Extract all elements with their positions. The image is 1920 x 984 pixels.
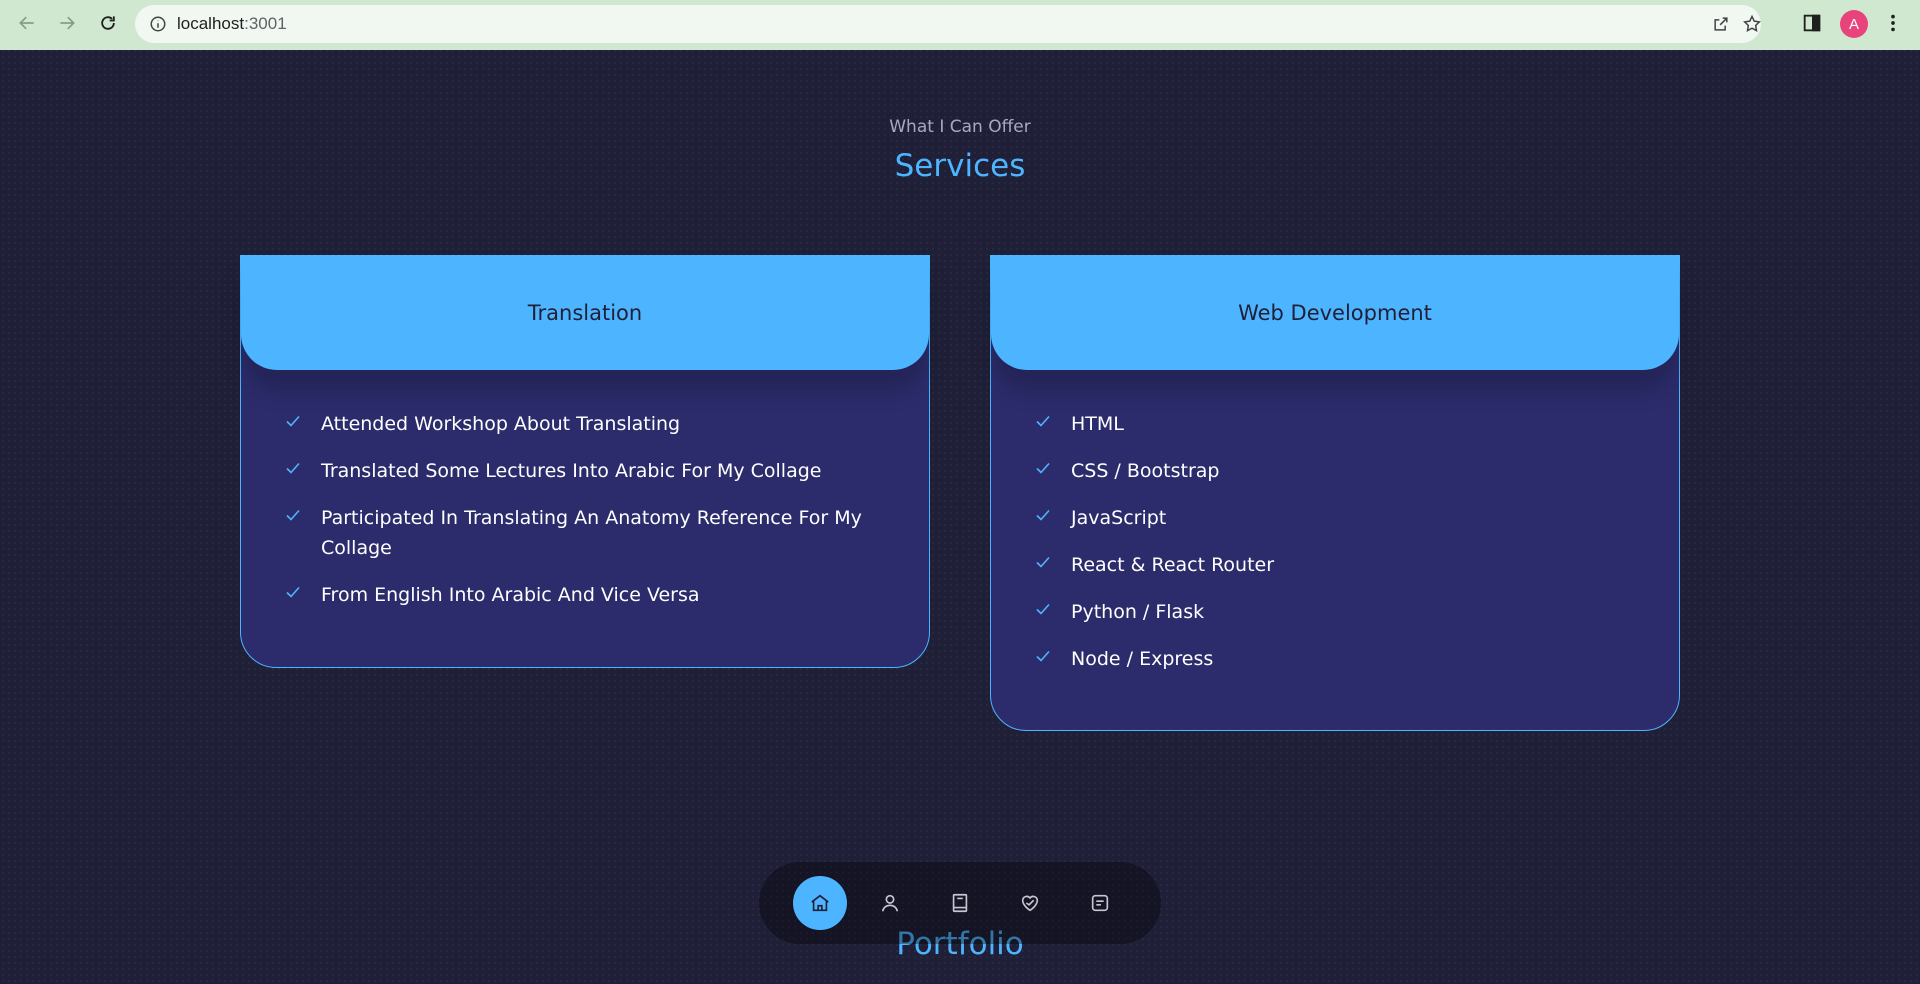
check-icon [286, 462, 300, 474]
reload-icon[interactable] [93, 8, 123, 38]
check-icon [1036, 415, 1050, 427]
check-icon [1036, 603, 1050, 615]
address-bar[interactable]: localhost:3001 [135, 5, 1761, 43]
check-icon [286, 415, 300, 427]
list-item: Participated In Translating An Anatomy R… [281, 503, 889, 563]
service-card-header: Web Development [991, 256, 1679, 370]
profile-avatar[interactable]: A [1840, 10, 1868, 38]
browser-toolbar: localhost:3001 A [0, 0, 1920, 50]
list-item: From English Into Arabic And Vice Versa [281, 580, 889, 610]
user-icon [881, 894, 899, 912]
home-icon [811, 894, 829, 912]
side-panel-icon[interactable] [1801, 12, 1823, 34]
list-item: Python / Flask [1031, 597, 1639, 627]
floating-nav [759, 862, 1161, 944]
check-icon [1036, 650, 1050, 662]
service-card-web-development: Web Development HTML CSS / Bootstrap Jav… [990, 255, 1680, 731]
service-card-title: Translation [527, 301, 643, 325]
check-icon [1036, 509, 1050, 521]
nav-about[interactable] [863, 876, 917, 930]
list-item: HTML [1031, 409, 1639, 439]
check-icon [286, 586, 300, 598]
book-icon [952, 893, 968, 913]
list-item: CSS / Bootstrap [1031, 456, 1639, 486]
service-card-header: Translation [241, 256, 929, 370]
service-card-translation: Translation Attended Workshop About Tran… [240, 255, 930, 668]
services-icon [1021, 895, 1039, 912]
nav-contact[interactable] [1073, 876, 1127, 930]
back-icon[interactable] [12, 8, 42, 38]
list-item: Attended Workshop About Translating [281, 409, 889, 439]
check-icon [286, 509, 300, 521]
nav-services[interactable] [1003, 876, 1057, 930]
nav-home[interactable] [793, 876, 847, 930]
url-text: localhost:3001 [177, 14, 287, 33]
list-item: Translated Some Lectures Into Arabic For… [281, 456, 889, 486]
share-icon[interactable] [1711, 14, 1731, 34]
info-icon[interactable] [149, 15, 167, 33]
service-list: Attended Workshop About Translating Tran… [241, 409, 929, 610]
section-subtitle: What I Can Offer [889, 117, 1031, 137]
service-card-title: Web Development [1238, 301, 1432, 325]
list-item: React & React Router [1031, 550, 1639, 580]
list-item: JavaScript [1031, 503, 1639, 533]
nav-experience[interactable] [933, 876, 987, 930]
check-icon [1036, 462, 1050, 474]
check-icon [1036, 556, 1050, 568]
message-icon [1091, 894, 1109, 912]
star-icon[interactable] [1742, 14, 1762, 34]
forward-icon[interactable] [52, 8, 82, 38]
service-list: HTML CSS / Bootstrap JavaScript React & … [991, 409, 1679, 674]
section-title: Services [894, 148, 1026, 184]
list-item: Node / Express [1031, 644, 1639, 674]
menu-icon[interactable] [1882, 12, 1904, 34]
